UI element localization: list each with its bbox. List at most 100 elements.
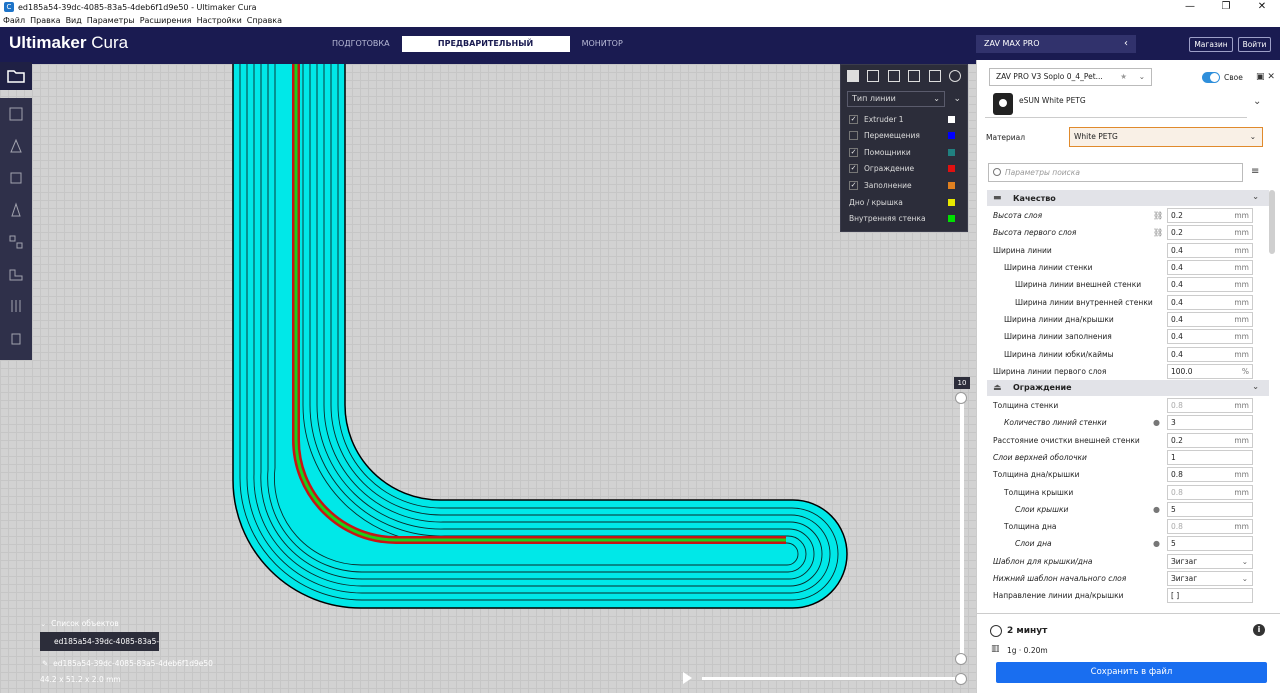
front-view-icon[interactable] — [867, 70, 880, 82]
rotate-tool-button[interactable] — [0, 162, 32, 194]
setting-dropdown[interactable]: Зигзаг ⌄ — [1167, 553, 1253, 569]
legend-item[interactable]: ✓ Extruder 1 — [849, 112, 963, 126]
menu-extensions[interactable]: Расширения — [140, 16, 192, 25]
extruder-tab[interactable]: eSUN White PETG — [985, 88, 1247, 118]
settings-search-input[interactable]: Параметры поиска — [988, 163, 1243, 182]
marketplace-button[interactable]: Магазин — [1189, 37, 1233, 52]
viewport[interactable] — [0, 64, 976, 693]
signin-button[interactable]: Войти — [1238, 37, 1271, 52]
legend-checkbox[interactable]: ✓ — [849, 180, 858, 190]
setting-dropdown[interactable]: Зигзаг ⌄ — [1167, 571, 1253, 587]
setting-value-input[interactable]: 0.4 mm — [1167, 242, 1253, 258]
line-type-select[interactable]: Тип линии ⌄ — [847, 91, 945, 107]
setting-value-input[interactable]: 0.2 mm — [1167, 432, 1253, 448]
play-simulation-button[interactable] — [683, 672, 692, 684]
legend-checkbox[interactable] — [849, 131, 858, 141]
settings-list[interactable]: ▬ Качество ⌄ Высота слоя ⛓ 0.2 mm Высота первог… — [987, 190, 1269, 605]
move-tool-button[interactable] — [0, 98, 32, 130]
setting-value-input[interactable]: 0.2 mm — [1167, 208, 1253, 224]
eye-icon[interactable] — [948, 70, 961, 82]
setting-value-input[interactable]: 0.8 mm — [1167, 519, 1253, 535]
formula-icon[interactable]: ● — [1153, 505, 1160, 514]
setting-value-input[interactable]: 1 — [1167, 450, 1253, 465]
menu-parameters[interactable]: Параметры — [87, 16, 135, 25]
object-list-item[interactable]: ed185a54-39dc-4085-83a5-4deb6f1d9e50 — [40, 632, 159, 651]
setting-value-input[interactable]: 0.4 mm — [1167, 260, 1253, 276]
settings-menu-icon[interactable]: ≡ — [1251, 166, 1259, 177]
layer-number[interactable]: 10 — [954, 377, 970, 389]
setting-value-input[interactable]: 0.8 mm — [1167, 398, 1253, 414]
maximize-button[interactable]: ❐ — [1208, 0, 1244, 14]
close-button[interactable]: ✕ — [1244, 0, 1280, 14]
object-list-header[interactable]: ⌄ Список объектов — [40, 619, 119, 628]
setting-value-input[interactable]: 0.4 mm — [1167, 329, 1253, 345]
simulation-slider-handle[interactable] — [955, 673, 967, 685]
legend-item[interactable]: ✓ Ограждение — [849, 162, 963, 176]
legend-item[interactable]: Перемещения — [849, 129, 963, 143]
right-view-icon[interactable] — [928, 70, 941, 82]
legend-checkbox[interactable]: ✓ — [849, 114, 858, 124]
top-view-icon[interactable] — [887, 70, 900, 82]
layer-slider-bottom-handle[interactable] — [955, 653, 967, 665]
legend-item[interactable]: ✓ Заполнение — [849, 178, 963, 192]
menu-help[interactable]: Справка — [247, 16, 282, 25]
settings-category[interactable]: ⏏ Ограждение ⌄ — [987, 379, 1269, 396]
tab-preview[interactable]: ПРЕДВАРИТЕЛЬНЫЙ ПРОСМОТР — [401, 36, 570, 64]
printer-selector[interactable]: ZAV MAX PRO ‹ — [976, 35, 1136, 53]
custom-mode-toggle[interactable] — [1202, 72, 1220, 83]
menu-file[interactable]: Файл — [3, 16, 25, 25]
menu-edit[interactable]: Правка — [30, 16, 60, 25]
legend-item[interactable]: ✓ Помощники — [849, 145, 963, 159]
setting-value-input[interactable]: 0.2 mm — [1167, 225, 1253, 241]
3d-view-icon[interactable] — [847, 70, 859, 82]
setting-value-input[interactable]: [ ] — [1167, 588, 1253, 604]
info-icon[interactable]: i — [1253, 624, 1265, 636]
simulation-slider-track[interactable] — [702, 677, 962, 680]
nozzle-profile-select[interactable]: ZAV PRO V3 Soplo 0_4_Pet... ★ ⌄ — [989, 68, 1152, 86]
link-icon[interactable]: ⛓ — [1153, 228, 1163, 237]
delete-tool-button[interactable] — [0, 322, 32, 354]
formula-icon[interactable]: ● — [1153, 418, 1160, 427]
open-file-button[interactable] — [0, 62, 32, 90]
settings-category[interactable]: ▬ Качество ⌄ — [987, 190, 1269, 206]
setting-value-input[interactable]: 0.4 mm — [1167, 277, 1253, 293]
layer-slider-track[interactable] — [960, 396, 964, 660]
setting-value-input[interactable]: 0.4 mm — [1167, 294, 1253, 310]
setting-value: 0.4 — [1171, 245, 1183, 255]
tab-monitor[interactable]: МОНИТОР — [570, 36, 635, 52]
save-to-file-button[interactable]: Сохранить в файл — [996, 662, 1267, 683]
extruder-material-name: eSUN White PETG — [1019, 96, 1086, 105]
left-view-icon[interactable] — [908, 70, 921, 82]
setting-unit: mm — [1234, 401, 1249, 411]
legend-checkbox[interactable]: ✓ — [849, 164, 858, 174]
collapse-chevron-icon[interactable]: ⌄ — [953, 94, 961, 104]
per-model-settings-button[interactable] — [0, 226, 32, 258]
setting-value-input[interactable]: 100.0% — [1167, 363, 1253, 379]
setting-value-input[interactable]: 5 — [1167, 501, 1253, 517]
setting-value-input[interactable]: 0.4 mm — [1167, 346, 1253, 362]
setting-value-input[interactable]: 0.8 mm — [1167, 484, 1253, 500]
link-icon[interactable]: ⛓ — [1153, 211, 1163, 220]
setting-value-input[interactable]: 3 — [1167, 415, 1253, 431]
custom-supports-button[interactable] — [0, 290, 32, 322]
mirror-tool-button[interactable] — [0, 194, 32, 226]
chevron-down-icon[interactable]: ⌄ — [1253, 96, 1261, 107]
setting-value-input[interactable]: 0.4 mm — [1167, 311, 1253, 327]
search-placeholder: Параметры поиска — [1005, 168, 1080, 177]
panel-window-icons[interactable]: ▣ ✕ — [1256, 72, 1275, 82]
star-icon[interactable]: ★ — [1120, 69, 1127, 85]
scale-tool-button[interactable] — [0, 130, 32, 162]
menu-view[interactable]: Вид — [66, 16, 82, 25]
tab-prepare[interactable]: ПОДГОТОВКА — [320, 36, 402, 52]
material-select[interactable]: White PETG ⌄ — [1069, 127, 1263, 147]
settings-scrollbar[interactable] — [1269, 190, 1275, 254]
support-blocker-button[interactable] — [0, 258, 32, 290]
menu-preferences[interactable]: Настройки — [197, 16, 242, 25]
legend-checkbox[interactable]: ✓ — [849, 147, 858, 157]
minimize-button[interactable]: — — [1172, 0, 1208, 14]
formula-icon[interactable]: ● — [1153, 539, 1160, 548]
layer-slider-top-handle[interactable] — [955, 392, 967, 404]
setting-value-input[interactable]: 5 — [1167, 536, 1253, 552]
pencil-icon[interactable]: ✎ — [42, 659, 48, 668]
setting-value-input[interactable]: 0.8 mm — [1167, 467, 1253, 483]
